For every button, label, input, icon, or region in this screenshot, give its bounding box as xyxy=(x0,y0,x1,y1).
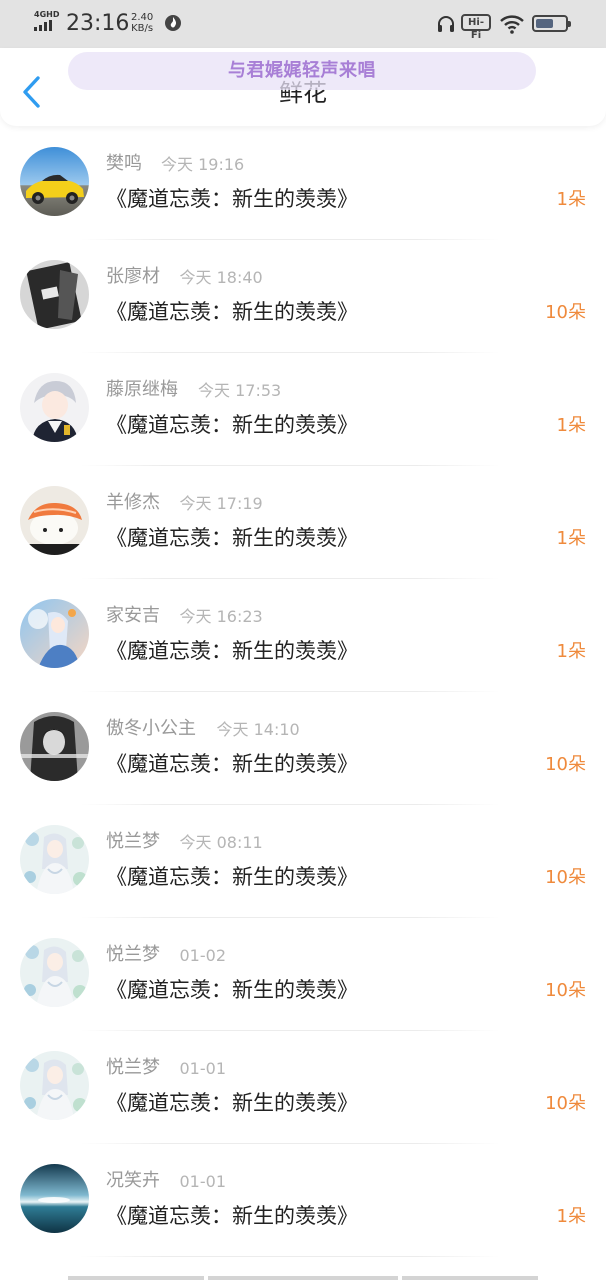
avatar[interactable] xyxy=(20,825,89,894)
user-name[interactable]: 悦兰梦 xyxy=(106,829,160,855)
song-title: 《魔道忘羡：新生的羡羡》 xyxy=(106,187,358,211)
wifi-icon xyxy=(500,15,524,34)
user-name[interactable]: 悦兰梦 xyxy=(106,942,160,968)
song-title: 《魔道忘羡：新生的羡羡》 xyxy=(106,978,358,1002)
gift-time: 01-01 xyxy=(179,1059,227,1078)
battery-icon xyxy=(532,15,571,32)
bottom-strip xyxy=(0,1271,606,1280)
gift-time: 01-02 xyxy=(179,946,227,965)
gift-row[interactable]: 藤原继梅 今天 17:53 《魔道忘羡：新生的羡羡》 1朵 xyxy=(0,353,606,466)
headphones-icon xyxy=(438,16,454,32)
gift-row[interactable]: 樊鸣 今天 19:16 《魔道忘羡：新生的羡羡》 1朵 xyxy=(0,127,606,240)
song-title: 《魔道忘羡：新生的羡羡》 xyxy=(106,1091,358,1115)
now-playing-banner[interactable]: 与君娓娓轻声来唱 xyxy=(68,52,536,90)
now-playing-text: 与君娓娓轻声来唱 xyxy=(228,60,376,81)
avatar[interactable] xyxy=(20,938,89,1007)
clock: 23:16 xyxy=(66,11,130,36)
gift-time: 今天 18:40 xyxy=(179,268,263,287)
avatar[interactable] xyxy=(20,599,89,668)
speed-value: 2.40 xyxy=(131,12,154,23)
song-title: 《魔道忘羡：新生的羡羡》 xyxy=(106,300,358,324)
gift-row[interactable]: 悦兰梦 01-01 《魔道忘羡：新生的羡羡》 10朵 xyxy=(0,1031,606,1144)
user-name[interactable]: 悦兰梦 xyxy=(106,1055,160,1081)
network-speed: 2.40 KB/s xyxy=(131,12,153,34)
hifi-badge: Hi-Fi xyxy=(461,14,491,41)
status-bar: 4GHD 23:16 2.40 KB/s Hi-Fi xyxy=(0,0,606,48)
avatar[interactable] xyxy=(20,260,89,329)
user-name[interactable]: 羊修杰 xyxy=(106,490,160,516)
network-type: 4GHD xyxy=(34,10,60,19)
gift-row[interactable]: 羊修杰 今天 17:19 《魔道忘羡：新生的羡羡》 1朵 xyxy=(0,466,606,579)
flame-icon xyxy=(165,15,181,31)
avatar[interactable] xyxy=(20,373,89,442)
user-name[interactable]: 傲冬小公主 xyxy=(106,716,196,742)
flower-count: 10朵 xyxy=(545,302,586,323)
gift-row[interactable]: 傲冬小公主 今天 14:10 《魔道忘羡：新生的羡羡》 10朵 xyxy=(0,692,606,805)
gift-time: 今天 19:16 xyxy=(161,155,245,174)
song-title: 《魔道忘羡：新生的羡羡》 xyxy=(106,1204,358,1228)
top-bar: 鲜花 与君娓娓轻声来唱 xyxy=(0,48,606,126)
gift-time: 01-01 xyxy=(179,1172,227,1191)
gift-row[interactable]: 张廖材 今天 18:40 《魔道忘羡：新生的羡羡》 10朵 xyxy=(0,240,606,353)
row-divider xyxy=(80,1256,500,1257)
flower-count: 10朵 xyxy=(545,867,586,888)
flower-gift-list: 樊鸣 今天 19:16 《魔道忘羡：新生的羡羡》 1朵 张廖材 今天 18:40… xyxy=(0,127,606,1257)
song-title: 《魔道忘羡：新生的羡羡》 xyxy=(106,865,358,889)
flower-count: 10朵 xyxy=(545,754,586,775)
avatar[interactable] xyxy=(20,712,89,781)
gift-row[interactable]: 家安吉 今天 16:23 《魔道忘羡：新生的羡羡》 1朵 xyxy=(0,579,606,692)
flower-count: 10朵 xyxy=(545,1093,586,1114)
flower-count: 1朵 xyxy=(556,528,586,549)
avatar[interactable] xyxy=(20,147,89,216)
speed-unit: KB/s xyxy=(131,23,154,34)
flower-count: 1朵 xyxy=(556,641,586,662)
user-name[interactable]: 家安吉 xyxy=(106,603,160,629)
gift-row[interactable]: 悦兰梦 今天 08:11 《魔道忘羡：新生的羡羡》 10朵 xyxy=(0,805,606,918)
user-name[interactable]: 藤原继梅 xyxy=(106,377,178,403)
user-name[interactable]: 况笑卉 xyxy=(106,1168,160,1194)
gift-row[interactable]: 悦兰梦 01-02 《魔道忘羡：新生的羡羡》 10朵 xyxy=(0,918,606,1031)
song-title: 《魔道忘羡：新生的羡羡》 xyxy=(106,639,358,663)
user-name[interactable]: 张廖材 xyxy=(106,264,160,290)
song-title: 《魔道忘羡：新生的羡羡》 xyxy=(106,413,358,437)
gift-time: 今天 17:19 xyxy=(179,494,263,513)
signal-icon xyxy=(34,20,52,31)
flower-count: 1朵 xyxy=(556,189,586,210)
user-name[interactable]: 樊鸣 xyxy=(106,151,142,177)
battery-level xyxy=(536,19,553,28)
song-title: 《魔道忘羡：新生的羡羡》 xyxy=(106,526,358,550)
gift-time: 今天 08:11 xyxy=(179,833,263,852)
song-title: 《魔道忘羡：新生的羡羡》 xyxy=(106,752,358,776)
gift-row[interactable]: 况笑卉 01-01 《魔道忘羡：新生的羡羡》 1朵 xyxy=(0,1144,606,1257)
flower-count: 10朵 xyxy=(545,980,586,1001)
avatar[interactable] xyxy=(20,1051,89,1120)
avatar[interactable] xyxy=(20,486,89,555)
gift-time: 今天 16:23 xyxy=(179,607,263,626)
gift-time: 今天 17:53 xyxy=(198,381,282,400)
avatar[interactable] xyxy=(20,1164,89,1233)
gift-time: 今天 14:10 xyxy=(216,720,300,739)
flower-count: 1朵 xyxy=(556,1206,586,1227)
flower-count: 1朵 xyxy=(556,415,586,436)
